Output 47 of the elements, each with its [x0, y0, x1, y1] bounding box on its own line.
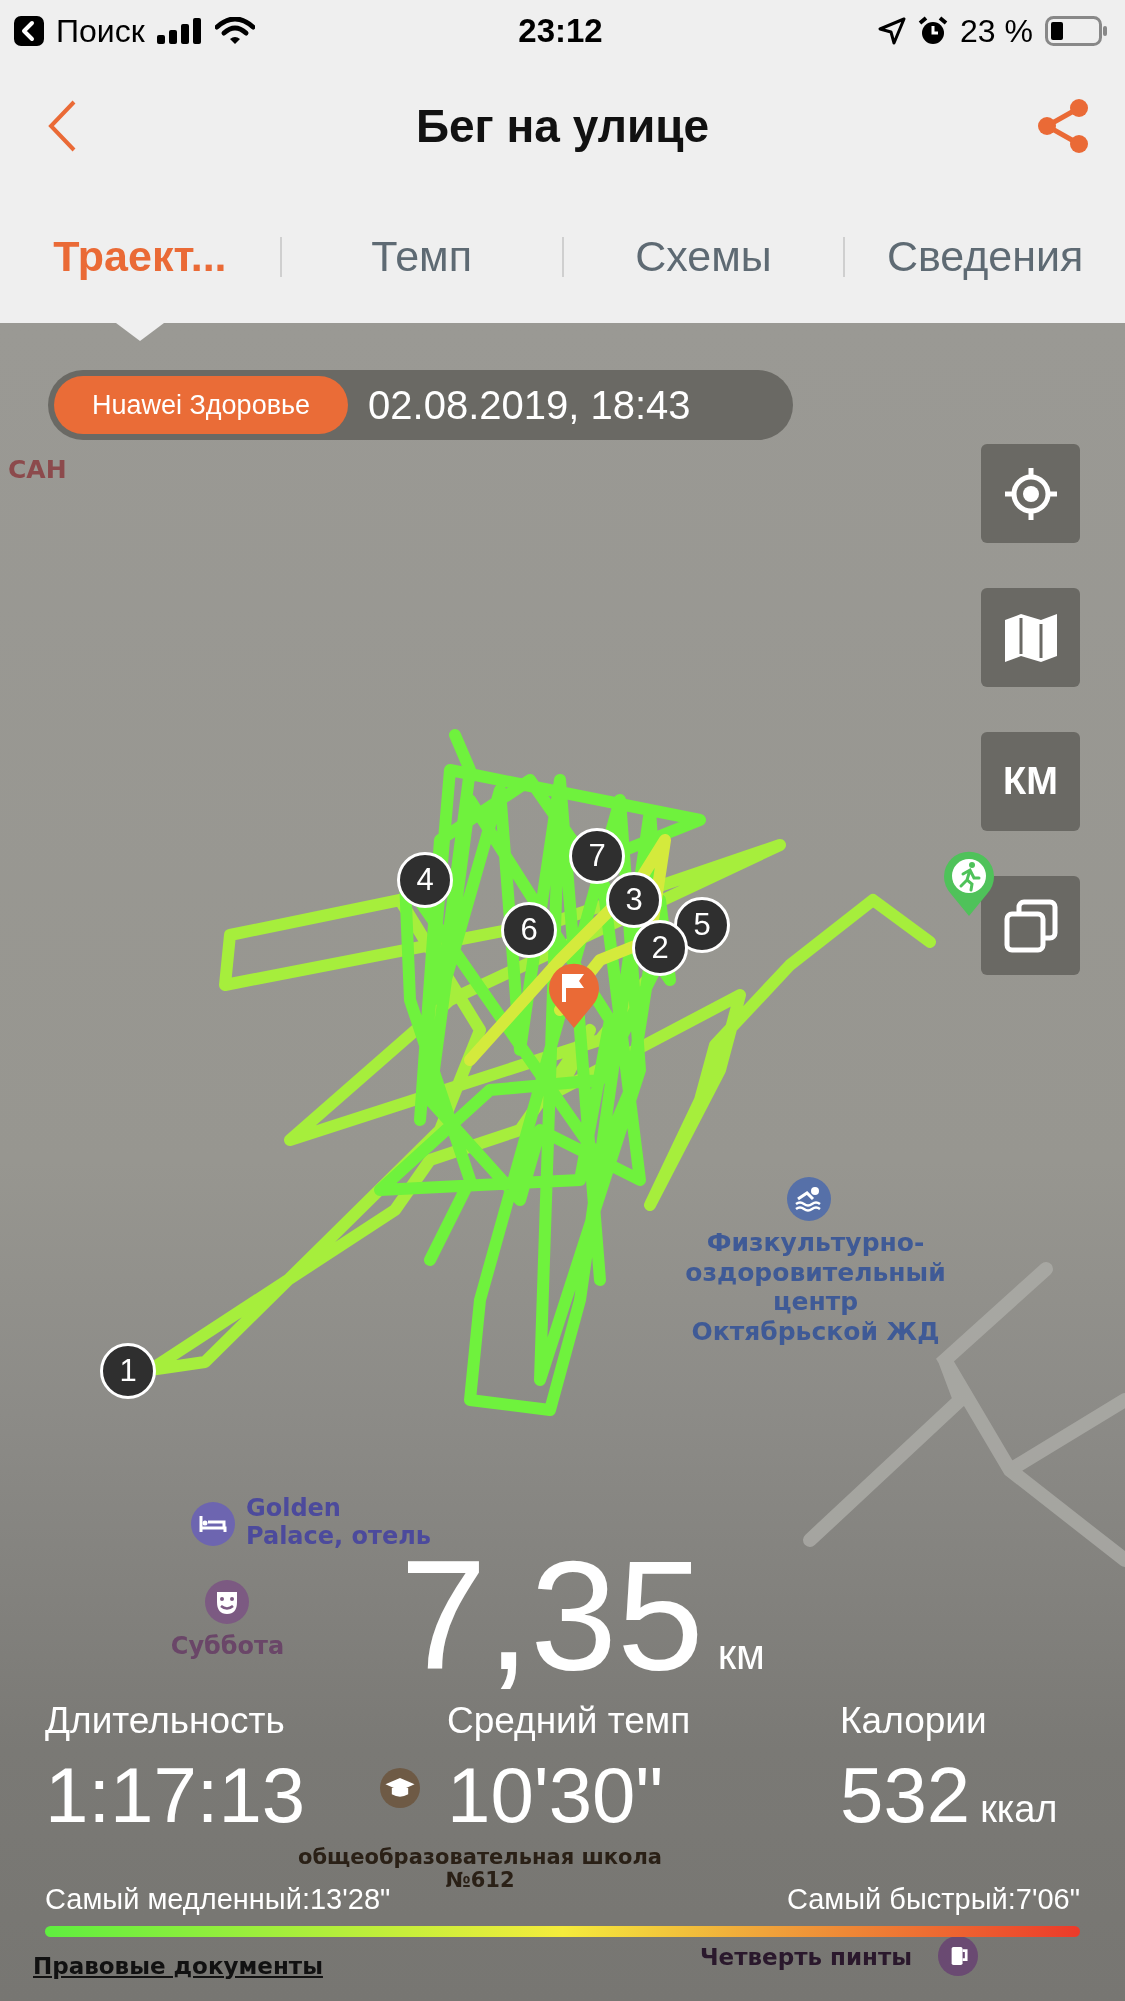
tab[interactable]: Темп [281, 226, 562, 287]
tab[interactable]: Схемы [563, 226, 844, 287]
map-button[interactable] [981, 588, 1080, 687]
theatre-mask-icon [205, 1580, 249, 1624]
legal-documents-link[interactable]: Правовые документы [33, 1953, 323, 1979]
battery-percent: 23 % [960, 12, 1033, 50]
layers-button[interactable] [981, 876, 1080, 975]
stat-value: 10'30" [447, 1760, 664, 1830]
source-badge: Huawei Здоровье [54, 376, 349, 434]
back-app-icon[interactable] [14, 16, 44, 46]
signal-icon [156, 18, 203, 44]
distance-unit: км [717, 1631, 765, 1679]
lap-marker: 5 [674, 897, 730, 953]
tab[interactable]: Сведения [845, 226, 1125, 287]
battery-icon [1045, 16, 1107, 46]
locate-button[interactable] [981, 444, 1080, 543]
pub-icon [938, 1936, 978, 1976]
bed-icon [191, 1502, 235, 1546]
wifi-icon [214, 17, 255, 45]
graduation-cap-icon [380, 1768, 420, 1808]
map-view[interactable] [0, 323, 1125, 2001]
page-title: Бег на улице [415, 99, 710, 153]
map-label: САН [8, 455, 67, 485]
map-label: Физкультурно-оздоровительный центр Октябрьской ЖД [684, 1228, 947, 1346]
share-icon [1035, 98, 1091, 154]
location-arrow-icon [878, 17, 907, 45]
lap-marker: 1 [100, 1343, 156, 1399]
units-button[interactable]: КМ [981, 732, 1080, 831]
status-time: 23:12 [518, 12, 603, 50]
tab[interactable]: Траект... [0, 226, 280, 287]
workout-date: 02.08.2019, 18:43 [368, 382, 691, 428]
map-label: Суббота [169, 1632, 286, 1661]
swimmer-icon [787, 1177, 831, 1221]
back-icon [47, 99, 77, 153]
back-app-label[interactable]: Поиск [56, 12, 145, 50]
layers-icon [1002, 897, 1059, 954]
locate-icon [1002, 465, 1059, 522]
stat-label: Длительность [45, 1700, 286, 1742]
stat-label: Средний темп [447, 1700, 692, 1742]
folded-map-icon [1002, 611, 1059, 664]
map-label: Четверть пинты [700, 1944, 913, 1972]
alarm-icon [918, 16, 949, 46]
stat-value: 532 [840, 1760, 971, 1830]
fastest-pace: Самый быстрый:7'06" [786, 1883, 1080, 1916]
stat-label: Калории [840, 1700, 988, 1742]
stat-unit: ккал [980, 1788, 1058, 1831]
stat-value: 1:17:13 [45, 1760, 306, 1830]
